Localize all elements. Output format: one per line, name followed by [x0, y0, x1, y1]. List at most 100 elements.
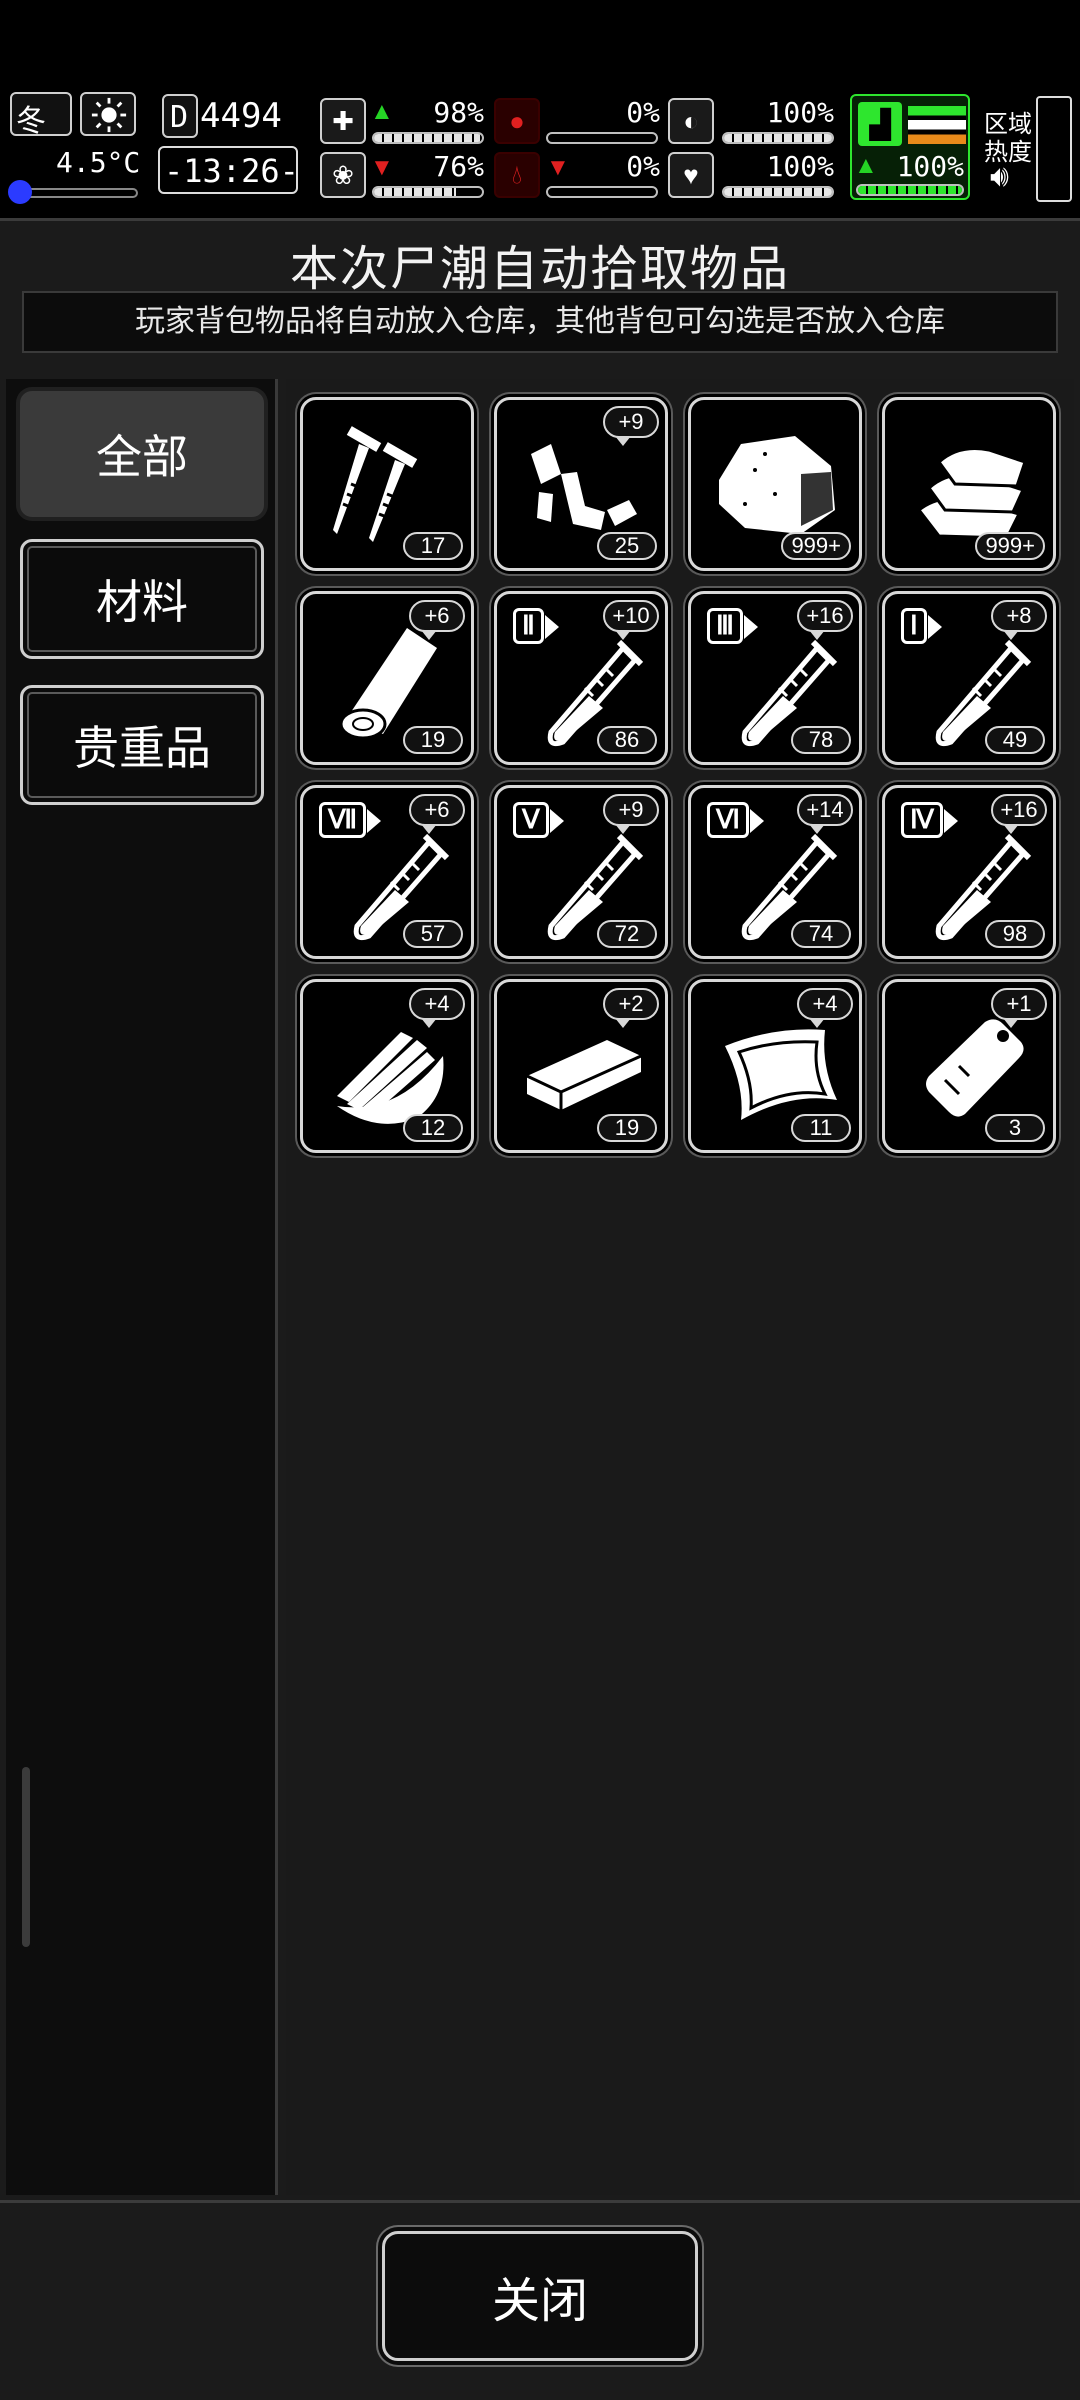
item-slot[interactable]: +2 19 — [494, 979, 668, 1153]
item-count: 57 — [403, 920, 463, 948]
tier-badge: Ⅵ — [707, 802, 764, 838]
status-hud: 冬 4.5°C D 4494 -13:26- ✚ ▲ 98% ● 0% ◐ 10… — [0, 88, 1080, 210]
sanity-percent: 76% — [433, 150, 484, 183]
gain-badge: +16 — [797, 600, 853, 640]
tab-valuables-label: 贵重品 — [73, 722, 211, 774]
heart-bar — [722, 186, 834, 198]
medkit-icon: ✚ — [320, 98, 366, 144]
stamina-bar — [856, 184, 964, 196]
tier-badge: Ⅲ — [707, 608, 758, 644]
item-slot[interactable]: Ⅳ +16 98 — [882, 785, 1056, 959]
item-slot[interactable]: Ⅲ +16 78 — [688, 591, 862, 765]
gain-badge: +6 — [409, 794, 465, 834]
stomach-icon: ● — [494, 98, 540, 144]
speaker-icon[interactable]: 🔊︎ — [990, 160, 1009, 194]
item-count: 19 — [597, 1114, 657, 1142]
tab-materials-label: 材料 — [96, 576, 188, 628]
item-slot[interactable]: Ⅰ +8 49 — [882, 591, 1056, 765]
stamina-percent: 100% — [896, 150, 964, 183]
stomach-bar — [722, 132, 834, 144]
hunger-bar — [546, 132, 658, 144]
tab-materials[interactable]: 材料 — [20, 539, 264, 659]
category-sidebar: 全部 材料 贵重品 — [6, 379, 278, 2195]
health-bar — [372, 132, 484, 144]
item-count: 3 — [985, 1114, 1045, 1142]
heat-meter — [1036, 96, 1072, 202]
item-count: 86 — [597, 726, 657, 754]
boot-icon: ▟ — [858, 102, 902, 146]
item-count: 25 — [597, 532, 657, 560]
close-button-label: 关闭 — [491, 2275, 588, 2328]
item-count: 17 — [403, 532, 463, 560]
gain-badge: +2 — [603, 988, 659, 1028]
item-slot[interactable]: Ⅱ +10 86 — [494, 591, 668, 765]
item-slot[interactable]: +4 11 — [688, 979, 862, 1153]
item-count: 11 — [791, 1114, 851, 1142]
water-drop-icon: 💧︎ — [494, 152, 540, 198]
item-slot[interactable]: 999+ — [688, 397, 862, 571]
temperature-dot — [8, 180, 32, 204]
sidebar-scrollbar[interactable] — [22, 1767, 30, 1947]
currency-symbol: D — [170, 100, 189, 135]
tab-valuables[interactable]: 贵重品 — [20, 685, 264, 805]
panel-notice: 玩家背包物品将自动放入仓库，其他背包可勾选是否放入仓库 — [22, 291, 1058, 353]
brain-icon: ❀ — [320, 152, 366, 198]
season-badge: 冬 — [10, 92, 72, 138]
currency-icon: D — [162, 94, 198, 138]
thirst-percent: 0% — [626, 150, 660, 183]
item-count: 78 — [791, 726, 851, 754]
gain-badge: +9 — [603, 406, 659, 446]
thirst-bar — [546, 186, 658, 198]
sun-icon — [80, 92, 136, 136]
item-count: 12 — [403, 1114, 463, 1142]
item-slot[interactable]: Ⅵ +14 74 — [688, 785, 862, 959]
tier-badge: Ⅱ — [513, 608, 559, 644]
stamina-stripes — [908, 106, 966, 144]
hunger-percent: 0% — [626, 96, 660, 129]
item-count: 999+ — [781, 532, 851, 560]
tier-badge: Ⅰ — [901, 608, 942, 644]
money-readout: 4494 — [200, 96, 282, 136]
gain-badge: +4 — [409, 988, 465, 1028]
item-count: 999+ — [975, 532, 1045, 560]
gain-badge: +6 — [409, 600, 465, 640]
pill-icon: ◐ — [668, 98, 714, 144]
gain-badge: +14 — [797, 794, 853, 834]
stamina-panel: ▟ ▲ 100% — [850, 94, 970, 200]
item-slot[interactable]: +4 12 — [300, 979, 474, 1153]
sanity-bar — [372, 186, 484, 198]
item-count: 74 — [791, 920, 851, 948]
gain-badge: +16 — [991, 794, 1047, 834]
temperature-readout: 4.5°C — [56, 146, 141, 179]
item-slot[interactable]: +6 19 — [300, 591, 474, 765]
item-slot[interactable]: +9 25 — [494, 397, 668, 571]
item-count: 98 — [985, 920, 1045, 948]
clock-readout: -13:26- — [164, 152, 299, 190]
health-percent: 98% — [433, 96, 484, 129]
item-slot[interactable]: Ⅴ +9 72 — [494, 785, 668, 959]
heart-percent: 100% — [766, 150, 834, 183]
autopickup-panel: 本次尸潮自动拾取物品 玩家背包物品将自动放入仓库，其他背包可勾选是否放入仓库 全… — [0, 218, 1080, 2200]
bottom-bar: 关闭 — [0, 2200, 1080, 2400]
gain-badge: +10 — [603, 600, 659, 640]
panel-title: 本次尸潮自动拾取物品 — [289, 243, 790, 296]
gain-badge: +4 — [797, 988, 853, 1028]
item-grid: 17 +9 25 999+ 999+ +6 19 Ⅱ +10 86 Ⅲ +16 78 Ⅰ +8 49 Ⅶ +6 57… — [286, 379, 1074, 2195]
item-slot[interactable]: Ⅶ +6 57 — [300, 785, 474, 959]
gain-badge: +9 — [603, 794, 659, 834]
tier-badge: Ⅴ — [513, 802, 564, 838]
stomach-percent: 100% — [766, 96, 834, 129]
close-button[interactable]: 关闭 — [382, 2231, 698, 2361]
tier-badge: Ⅳ — [901, 802, 958, 838]
item-slot[interactable]: 17 — [300, 397, 474, 571]
item-count: 19 — [403, 726, 463, 754]
tier-badge: Ⅶ — [319, 802, 382, 838]
item-slot[interactable]: +1 3 — [882, 979, 1056, 1153]
tab-all-label: 全部 — [96, 431, 188, 483]
item-slot[interactable]: 999+ — [882, 397, 1056, 571]
clock-box: -13:26- — [158, 146, 299, 194]
tab-all[interactable]: 全部 — [20, 391, 264, 517]
season-label: 冬 — [16, 105, 46, 138]
gain-badge: +1 — [991, 988, 1047, 1028]
gain-badge: +8 — [991, 600, 1047, 640]
